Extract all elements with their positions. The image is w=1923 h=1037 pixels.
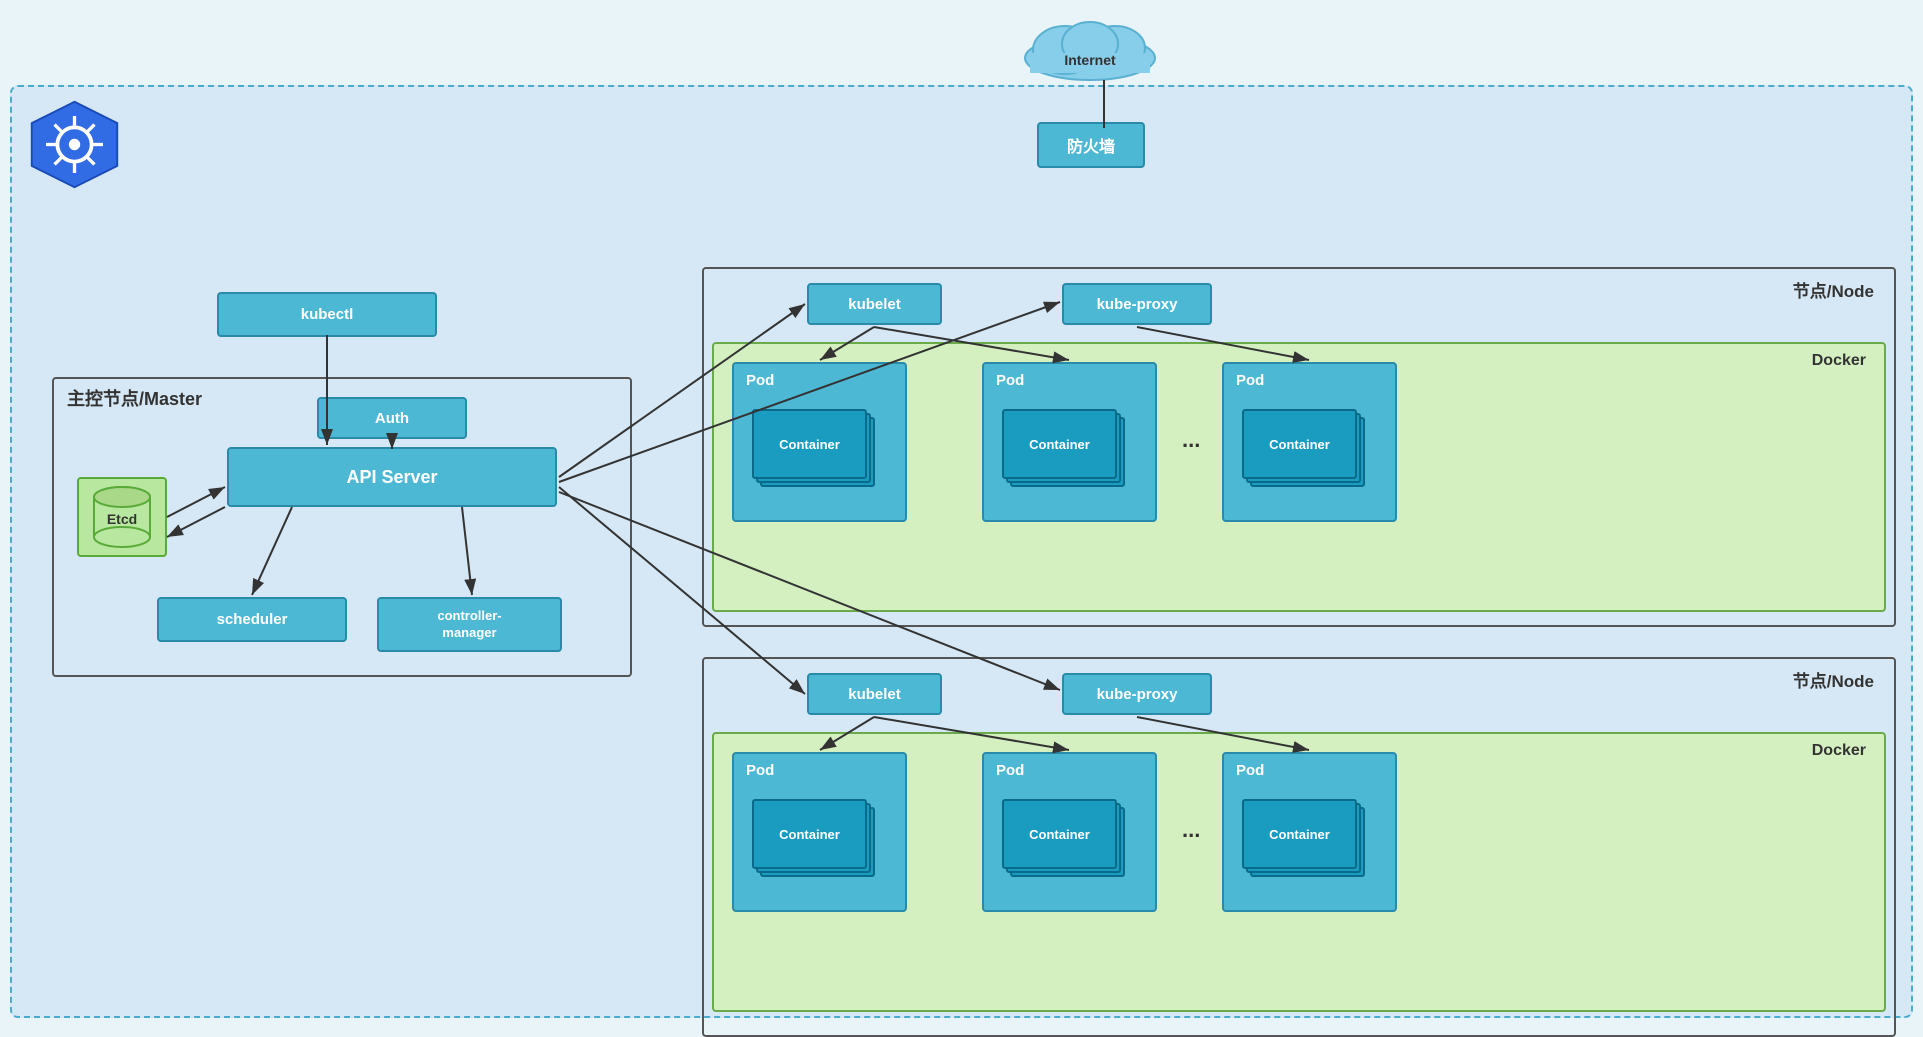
kube-proxy-box-2: kube-proxy (1062, 673, 1212, 715)
controller-manager-box: controller- manager (377, 597, 562, 652)
svg-text:Internet: Internet (1064, 52, 1116, 68)
main-container: 防火墙 主控节点/Master kubectl Auth API Server … (10, 85, 1913, 1018)
firewall-box: 防火墙 (1037, 122, 1145, 168)
kubelet-box-2: kubelet (807, 673, 942, 715)
node-label-2: 节点/Node (1793, 667, 1874, 692)
docker-label-1: Docker (1812, 352, 1866, 370)
kubelet-box-1: kubelet (807, 283, 942, 325)
pod-box-2-2: Pod Container (982, 752, 1157, 912)
svg-text:Etcd: Etcd (107, 511, 137, 527)
pod-label-1-2: Pod (996, 372, 1024, 389)
node-label-1: 节点/Node (1793, 277, 1874, 302)
pod-label-2-3: Pod (1236, 762, 1264, 779)
auth-box: Auth (317, 397, 467, 439)
pod-label-1-3: Pod (1236, 372, 1264, 389)
pod-box-1-1: Pod Container (732, 362, 907, 522)
pod-label-2-1: Pod (746, 762, 774, 779)
docker-label-2: Docker (1812, 742, 1866, 760)
kube-proxy-box-1: kube-proxy (1062, 283, 1212, 325)
etcd-box: Etcd (77, 477, 167, 557)
scheduler-box: scheduler (157, 597, 347, 642)
ellipsis-1: ... (1182, 427, 1200, 453)
pod-box-1-3: Pod Container (1222, 362, 1397, 522)
ellipsis-2: ... (1182, 817, 1200, 843)
api-server-box: API Server (227, 447, 557, 507)
k8s-logo (27, 97, 122, 197)
internet-to-firewall-line (1103, 80, 1105, 128)
pod-label-1-1: Pod (746, 372, 774, 389)
internet-cloud: Internet (1010, 8, 1170, 88)
pod-label-2-2: Pod (996, 762, 1024, 779)
kubectl-box: kubectl (217, 292, 437, 337)
pod-box-2-1: Pod Container (732, 752, 907, 912)
pod-box-1-2: Pod Container (982, 362, 1157, 522)
master-label: 主控节点/Master (67, 385, 202, 411)
pod-box-2-3: Pod Container (1222, 752, 1397, 912)
